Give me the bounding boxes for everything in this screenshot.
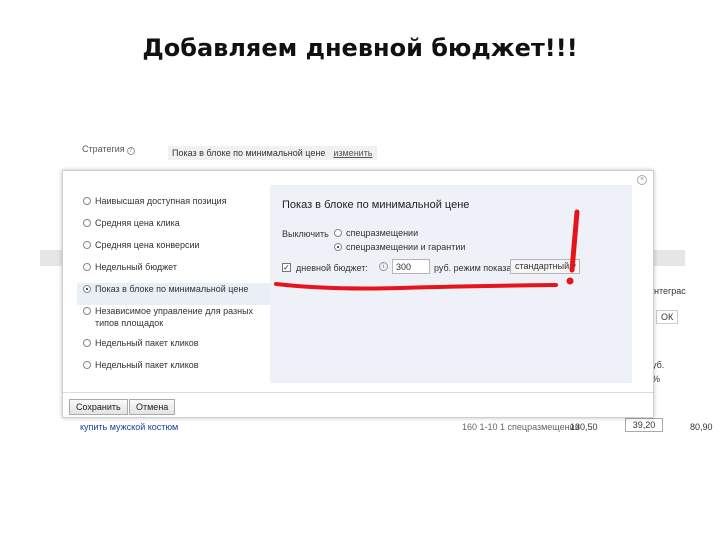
- save-button[interactable]: Сохранить: [69, 399, 128, 415]
- close-icon[interactable]: ×: [637, 175, 647, 185]
- radio-button[interactable]: [83, 219, 91, 227]
- display-mode-select[interactable]: стандартный ▾: [510, 259, 580, 274]
- strategy-options: Наивысшая доступная позиция Средняя цена…: [77, 195, 271, 381]
- strategy-option[interactable]: Недельный пакет кликов: [81, 337, 271, 359]
- strategy-modal: × Наивысшая доступная позиция Средняя це…: [62, 170, 654, 418]
- bg-header-band: [40, 250, 64, 266]
- radio-button[interactable]: [83, 339, 91, 347]
- info-icon[interactable]: i: [379, 262, 388, 271]
- strategy-option[interactable]: Недельный пакет кликов: [81, 359, 271, 381]
- daily-budget-input[interactable]: [392, 259, 430, 274]
- panel-title: Показ в блоке по минимальной цене: [282, 199, 470, 211]
- daily-budget-row: ✓ дневной бюджет: i руб. режим показа ст…: [282, 259, 632, 277]
- keyword-link[interactable]: купить мужской костюм: [80, 422, 178, 432]
- bg-ok-button[interactable]: ОК: [656, 310, 679, 324]
- daily-budget-checkbox[interactable]: ✓: [282, 263, 291, 272]
- strategy-option[interactable]: Недельный бюджет: [81, 261, 271, 283]
- daily-budget-label: дневной бюджет:: [296, 263, 368, 273]
- cancel-button[interactable]: Отмена: [129, 399, 176, 415]
- strategy-option[interactable]: Независимое управление для разных типов …: [81, 305, 271, 337]
- bg-header-band-right: [652, 250, 685, 266]
- radio-button[interactable]: [83, 241, 91, 249]
- slide-title: Добавляем дневной бюджет!!!: [142, 34, 578, 62]
- help-icon[interactable]: ?: [126, 147, 135, 155]
- radio-button[interactable]: [83, 285, 91, 293]
- place-option[interactable]: спецразмещении: [334, 228, 418, 238]
- radio-button[interactable]: [83, 307, 91, 315]
- position-value: 160 1-10 1 спецразмещения: [462, 422, 580, 432]
- strategy-settings-panel: Показ в блоке по минимальной цене Выключ…: [270, 185, 632, 383]
- footer-divider: [63, 392, 653, 393]
- strategy-option[interactable]: Средняя цена клика: [81, 217, 271, 239]
- screenshot: Стратегия? Показ в блоке по минимальной …: [40, 138, 713, 438]
- strategy-label: Стратегия?: [82, 144, 135, 155]
- radio-button[interactable]: [83, 361, 91, 369]
- radio-button[interactable]: [334, 243, 342, 251]
- bg-cut-text: нтеграс: [654, 286, 686, 296]
- strategy-option-selected[interactable]: Показ в блоке по минимальной цене: [77, 283, 271, 305]
- bid-input[interactable]: 39,20: [625, 418, 663, 432]
- radio-button[interactable]: [83, 197, 91, 205]
- budget-unit-label: руб. режим показа: [434, 263, 512, 273]
- strategy-option[interactable]: Наивысшая доступная позиция: [81, 195, 271, 217]
- strategy-value: Показ в блоке по минимальной цене изменит…: [168, 146, 377, 160]
- price-value: 130,50: [570, 422, 598, 432]
- table-row: купить мужской костюм 160 1-10 1 спецраз…: [80, 418, 713, 436]
- show-label: Выключить: [282, 229, 329, 239]
- radio-button[interactable]: [334, 229, 342, 237]
- change-strategy-link[interactable]: изменить: [333, 148, 372, 158]
- place-option[interactable]: спецразмещении и гарантии: [334, 242, 465, 252]
- strategy-option[interactable]: Средняя цена конверсии: [81, 239, 271, 261]
- price-value: 80,90: [690, 422, 713, 432]
- radio-button[interactable]: [83, 263, 91, 271]
- chevron-down-icon: ▾: [572, 263, 576, 270]
